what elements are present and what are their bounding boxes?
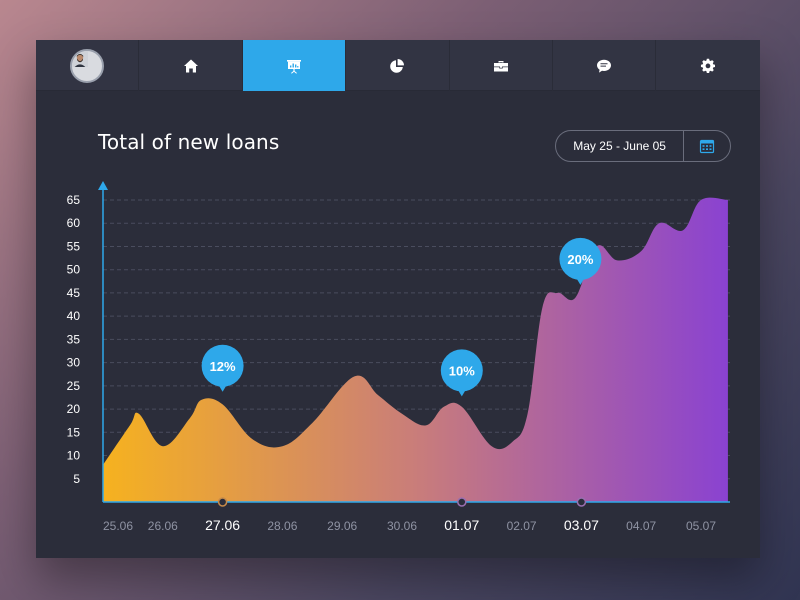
y-tick-label: 60 (67, 216, 81, 230)
x-axis-marker (576, 497, 587, 507)
y-axis-arrow (98, 181, 108, 190)
dashboard-card: Total of new loans May 25 - June 05 5 10… (36, 40, 760, 558)
x-tick-label: 27.06 (205, 517, 240, 533)
x-tick-label: 26.06 (148, 519, 178, 533)
y-tick-label: 65 (67, 193, 81, 207)
y-tick-label: 10 (67, 449, 81, 463)
x-tick-label: 01.07 (444, 517, 479, 533)
area-chart: 5 10 15 20 25 30 35 40 45 50 55 60 65 25.06 26.06 27.06… (67, 181, 730, 533)
x-tick-label: 04.07 (626, 519, 656, 533)
annotation-label: 20% (567, 252, 593, 267)
y-tick-label: 5 (73, 472, 80, 486)
y-tick-label: 50 (67, 263, 81, 277)
y-tick-label: 30 (67, 356, 81, 370)
x-tick-label: 03.07 (564, 517, 599, 533)
y-tick-label: 45 (67, 286, 81, 300)
x-tick-label: 25.06 (103, 519, 133, 533)
annotation-label: 10% (449, 363, 475, 378)
x-axis-marker (217, 497, 228, 507)
x-axis-marker (457, 497, 467, 507)
x-tick-label: 29.06 (327, 519, 357, 533)
y-tick-label: 40 (67, 309, 81, 323)
y-tick-label: 55 (67, 239, 81, 253)
y-tick-label: 25 (67, 379, 81, 393)
y-tick-label: 20 (67, 402, 81, 416)
x-tick-label: 05.07 (686, 519, 716, 533)
y-tick-label: 15 (67, 425, 81, 439)
area-series (103, 197, 728, 503)
x-tick-label: 28.06 (267, 519, 297, 533)
y-tick-label: 35 (67, 332, 81, 346)
x-tick-label: 30.06 (387, 519, 417, 533)
x-tick-label: 02.07 (507, 519, 537, 533)
annotation-label: 12% (210, 359, 236, 374)
